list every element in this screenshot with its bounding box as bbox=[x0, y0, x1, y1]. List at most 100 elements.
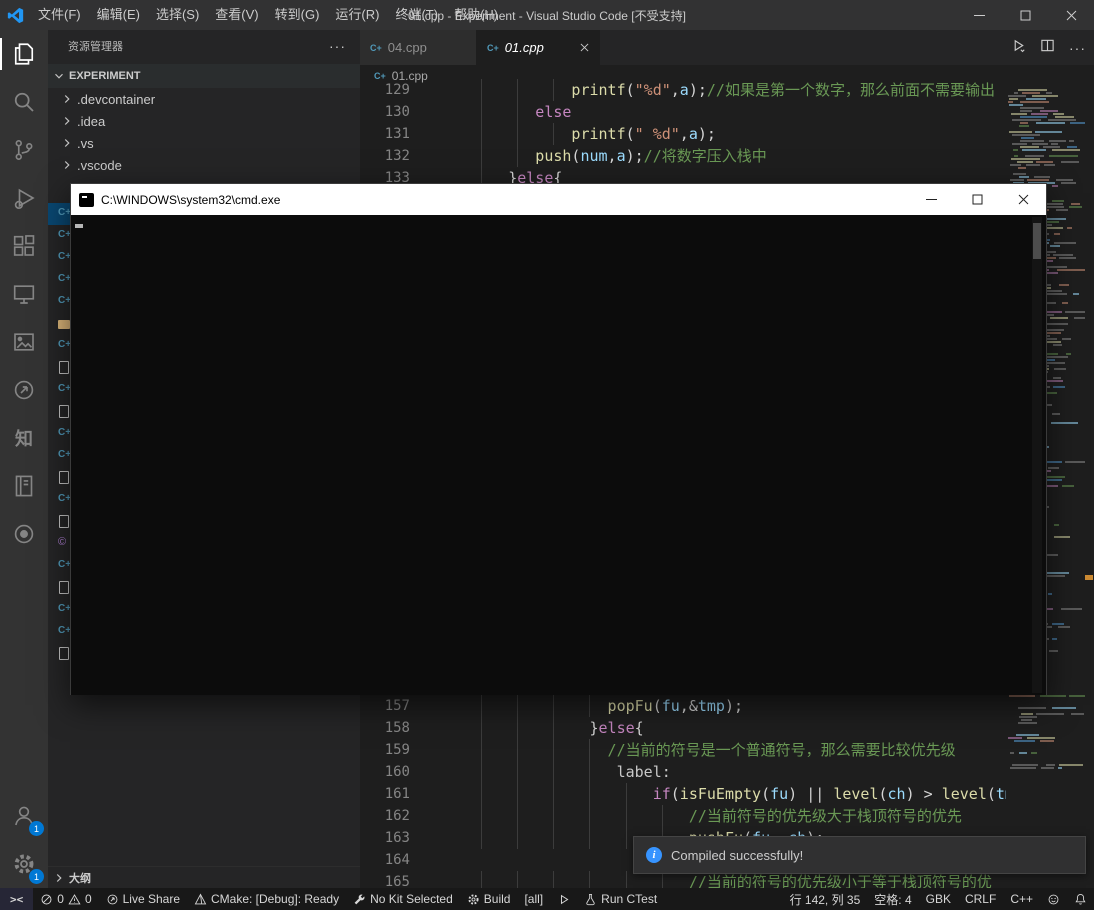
remote-indicator[interactable]: >< bbox=[0, 888, 34, 910]
cmd-close-button[interactable] bbox=[1000, 184, 1046, 215]
code-line[interactable]: 160 label: bbox=[360, 761, 1006, 783]
menu-go[interactable]: 转到(G) bbox=[267, 0, 328, 30]
tab-close-icon[interactable] bbox=[580, 43, 589, 52]
activity-extensions[interactable] bbox=[0, 222, 48, 270]
close-button[interactable] bbox=[1048, 0, 1094, 30]
ruler-warning-mark bbox=[1085, 575, 1093, 580]
code-line[interactable]: 130 else bbox=[360, 101, 1006, 123]
cmd-minimize-button[interactable] bbox=[908, 184, 954, 215]
kit-status[interactable]: No Kit Selected bbox=[346, 888, 460, 910]
tab-01cpp[interactable]: C+ 01.cpp bbox=[477, 30, 600, 65]
file-tree-item-partial[interactable]: C+ bbox=[48, 269, 70, 291]
notification-toast[interactable]: i Compiled successfully! bbox=[633, 836, 1086, 874]
cpp-file-icon: C+ bbox=[58, 273, 70, 284]
file-tree-item-partial[interactable]: C+ bbox=[48, 291, 70, 313]
activity-accounts[interactable]: 1 bbox=[0, 792, 48, 840]
eol-sequence[interactable]: CRLF bbox=[958, 888, 1003, 910]
outline-section[interactable]: 大纲 bbox=[48, 866, 360, 888]
minimize-button[interactable] bbox=[956, 0, 1002, 30]
menu-selection[interactable]: 选择(S) bbox=[148, 0, 207, 30]
ctest-button[interactable]: Run CTest bbox=[577, 888, 664, 910]
menu-bar: 文件(F) 编辑(E) 选择(S) 查看(V) 转到(G) 运行(R) 终端(T… bbox=[30, 0, 506, 30]
language-mode[interactable]: C++ bbox=[1003, 888, 1040, 910]
file-tree-item-partial[interactable]: © bbox=[48, 533, 70, 555]
minimap-line bbox=[1061, 182, 1076, 184]
file-tree-item-partial[interactable]: C+ bbox=[48, 203, 70, 225]
file-tree-item-partial[interactable]: C+ bbox=[48, 335, 70, 357]
file-tree-item-partial[interactable]: C+ bbox=[48, 555, 70, 577]
file-tree-item-partial[interactable]: C+ bbox=[48, 489, 70, 511]
cmd-window[interactable]: C:\WINDOWS\system32\cmd.exe bbox=[70, 183, 1047, 695]
file-tree-item-partial[interactable] bbox=[48, 643, 70, 665]
more-actions-icon[interactable]: ··· bbox=[1069, 40, 1086, 56]
code-line[interactable]: 161 if(isFuEmpty(fu) || level(ch) > level… bbox=[360, 783, 1006, 805]
file-tree-item-partial[interactable] bbox=[48, 577, 70, 599]
file-tree-item-partial[interactable]: C+ bbox=[48, 247, 70, 269]
split-editor-icon[interactable] bbox=[1040, 38, 1055, 58]
minimap-line bbox=[1044, 164, 1055, 166]
file-tree-item-partial[interactable]: C+ bbox=[48, 599, 70, 621]
cmd-scrollbar[interactable] bbox=[1032, 217, 1042, 693]
minimap-line bbox=[1052, 623, 1064, 625]
cmd-title-bar[interactable]: C:\WINDOWS\system32\cmd.exe bbox=[71, 184, 1046, 215]
overview-ruler[interactable] bbox=[1085, 87, 1094, 888]
file-tree-item-partial[interactable]: C+ bbox=[48, 423, 70, 445]
build-button[interactable]: Build bbox=[460, 888, 518, 910]
activity-recorder[interactable] bbox=[0, 510, 48, 558]
minimap-line bbox=[1051, 422, 1078, 424]
code-line[interactable]: 162 //当前符号的优先级大于栈顶符号的优先 bbox=[360, 805, 1006, 827]
activity-live-preview[interactable] bbox=[0, 318, 48, 366]
minimap-line bbox=[1021, 719, 1032, 721]
menu-run[interactable]: 运行(R) bbox=[327, 0, 387, 30]
file-tree-item-partial[interactable]: C+ bbox=[48, 379, 70, 401]
file-tree-item-partial[interactable] bbox=[48, 401, 70, 423]
menu-file[interactable]: 文件(F) bbox=[30, 0, 89, 30]
minimap-line bbox=[1040, 695, 1066, 697]
menu-view[interactable]: 查看(V) bbox=[207, 0, 266, 30]
activity-explorer[interactable] bbox=[0, 30, 48, 78]
cmd-scrollbar-thumb[interactable] bbox=[1033, 223, 1041, 259]
terminal-output[interactable] bbox=[71, 215, 1046, 695]
code-line[interactable]: 157 popFu(fu,&tmp); bbox=[360, 695, 1006, 717]
activity-live-share[interactable] bbox=[0, 366, 48, 414]
menu-terminal[interactable]: 终端(T) bbox=[387, 0, 446, 30]
run-cpp-icon[interactable] bbox=[1011, 38, 1026, 58]
cmake-status[interactable]: CMake: [Debug]: Ready bbox=[187, 888, 346, 910]
file-tree-item-partial[interactable]: C+ bbox=[48, 445, 70, 467]
tab-04cpp[interactable]: C+ 04.cpp bbox=[360, 30, 477, 65]
file-tree-item-partial[interactable]: C+ bbox=[48, 225, 70, 247]
file-tree-item-partial[interactable] bbox=[48, 467, 70, 489]
file-tree-item-partial[interactable] bbox=[48, 511, 70, 533]
live-share-status[interactable]: Live Share bbox=[99, 888, 187, 910]
indentation[interactable]: 空格: 4 bbox=[867, 888, 918, 910]
menu-edit[interactable]: 编辑(E) bbox=[89, 0, 148, 30]
feedback-button[interactable] bbox=[1040, 888, 1067, 910]
file-tree-item-partial[interactable] bbox=[48, 357, 70, 379]
code-line[interactable]: 132 push(num,a);//将数字压入栈中 bbox=[360, 145, 1006, 167]
file-tree-item-partial[interactable] bbox=[48, 313, 70, 335]
cmd-maximize-button[interactable] bbox=[954, 184, 1000, 215]
launch-button[interactable] bbox=[550, 888, 577, 910]
line-number: 132 bbox=[384, 148, 410, 164]
encoding[interactable]: GBK bbox=[919, 888, 958, 910]
maximize-button[interactable] bbox=[1002, 0, 1048, 30]
code-line[interactable]: 159 //当前的符号是一个普通符号，那么需要比较优先级 bbox=[360, 739, 1006, 761]
tab-bar: C+ 04.cpp C+ 01.cpp ··· bbox=[360, 30, 1094, 65]
menu-help[interactable]: 帮助(H) bbox=[446, 0, 506, 30]
cursor-position[interactable]: 行 142, 列 35 bbox=[783, 888, 868, 910]
code-line[interactable]: 131 printf(" %d",a); bbox=[360, 123, 1006, 145]
code-line[interactable]: 129 printf("%d",a);//如果是第一个数字，那么前面不需要输出 bbox=[360, 79, 1006, 101]
activity-search[interactable] bbox=[0, 78, 48, 126]
file-tree-item-partial[interactable]: C+ bbox=[48, 621, 70, 643]
build-target[interactable]: [all] bbox=[517, 888, 550, 910]
activity-zhihu[interactable]: 知 bbox=[0, 414, 48, 462]
activity-remote-explorer[interactable] bbox=[0, 270, 48, 318]
code-line[interactable]: 158}else{ bbox=[360, 717, 1006, 739]
cpp-file-icon: C+ bbox=[58, 427, 70, 438]
activity-notebook[interactable] bbox=[0, 462, 48, 510]
notifications-button[interactable] bbox=[1067, 888, 1094, 910]
activity-settings[interactable]: 1 bbox=[0, 840, 48, 888]
problems-status[interactable]: 0 0 bbox=[33, 888, 98, 910]
activity-source-control-icon[interactable] bbox=[0, 126, 48, 174]
activity-run-debug[interactable] bbox=[0, 174, 48, 222]
